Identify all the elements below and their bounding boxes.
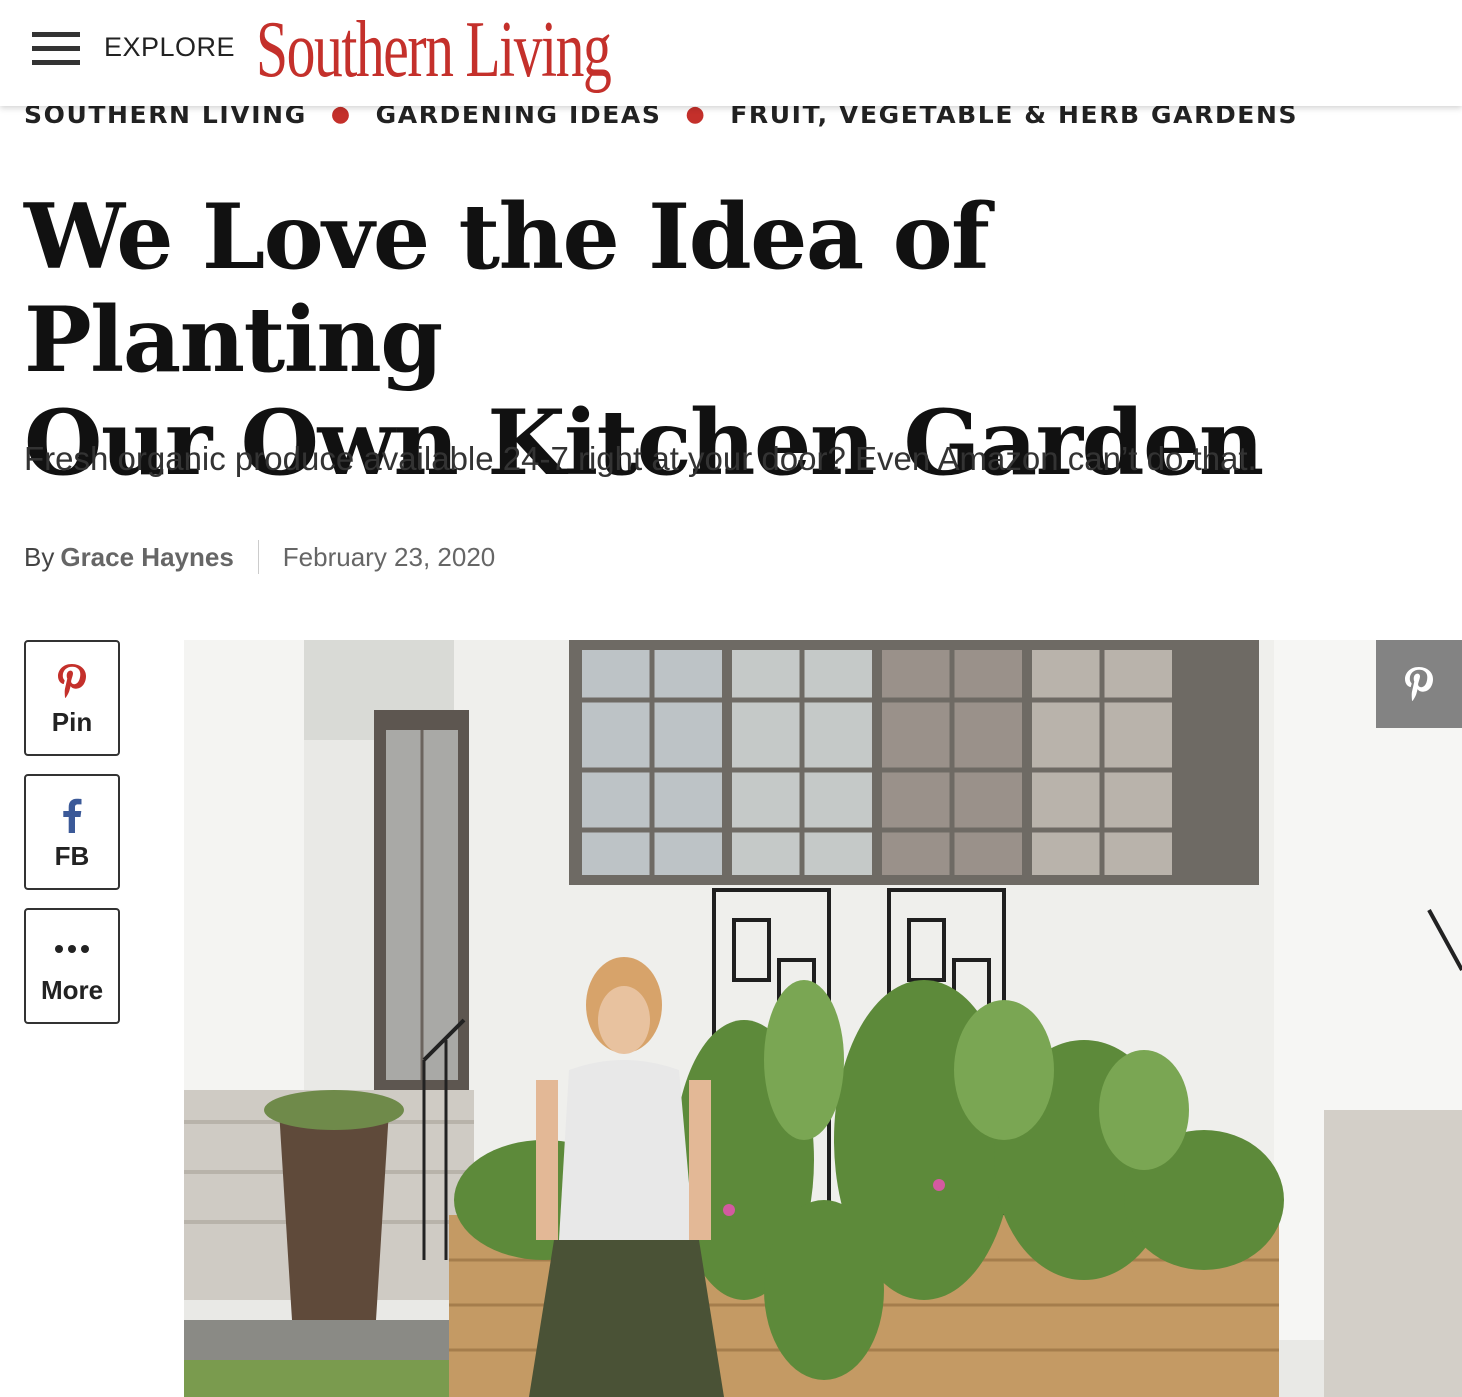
menu-icon[interactable] (32, 32, 80, 66)
pinterest-icon (55, 659, 89, 703)
byline: By Grace Haynes February 23, 2020 (24, 540, 495, 574)
fb-label: FB (54, 840, 90, 871)
pinterest-icon (1405, 667, 1433, 701)
article-title-line-1: We Love the Idea of Planting (24, 184, 990, 393)
pin-label: Pin (51, 706, 93, 737)
ellipsis-icon (54, 927, 90, 971)
site-logo[interactable]: Southern Living (256, 2, 612, 98)
pin-button[interactable]: Pin (24, 640, 120, 756)
publish-date: February 23, 2020 (282, 541, 496, 572)
facebook-button[interactable]: FB (24, 774, 120, 890)
facebook-icon (61, 793, 83, 837)
image-pin-button[interactable] (1376, 640, 1462, 728)
social-share-bar: Pin FB More (24, 640, 120, 1042)
more-label: More (40, 974, 104, 1005)
byline-divider (257, 540, 259, 574)
byline-prefix: By (24, 541, 55, 572)
more-button[interactable]: More (24, 908, 120, 1024)
explore-link[interactable]: EXPLORE (104, 32, 235, 63)
hero-image[interactable] (184, 640, 1462, 1397)
author-link[interactable]: Grace Haynes (60, 542, 233, 573)
article-dek: Fresh organic produce available 24-7 rig… (24, 440, 1257, 477)
site-header: EXPLORE Southern Living (0, 0, 1462, 106)
garden-photo (184, 640, 1462, 1397)
